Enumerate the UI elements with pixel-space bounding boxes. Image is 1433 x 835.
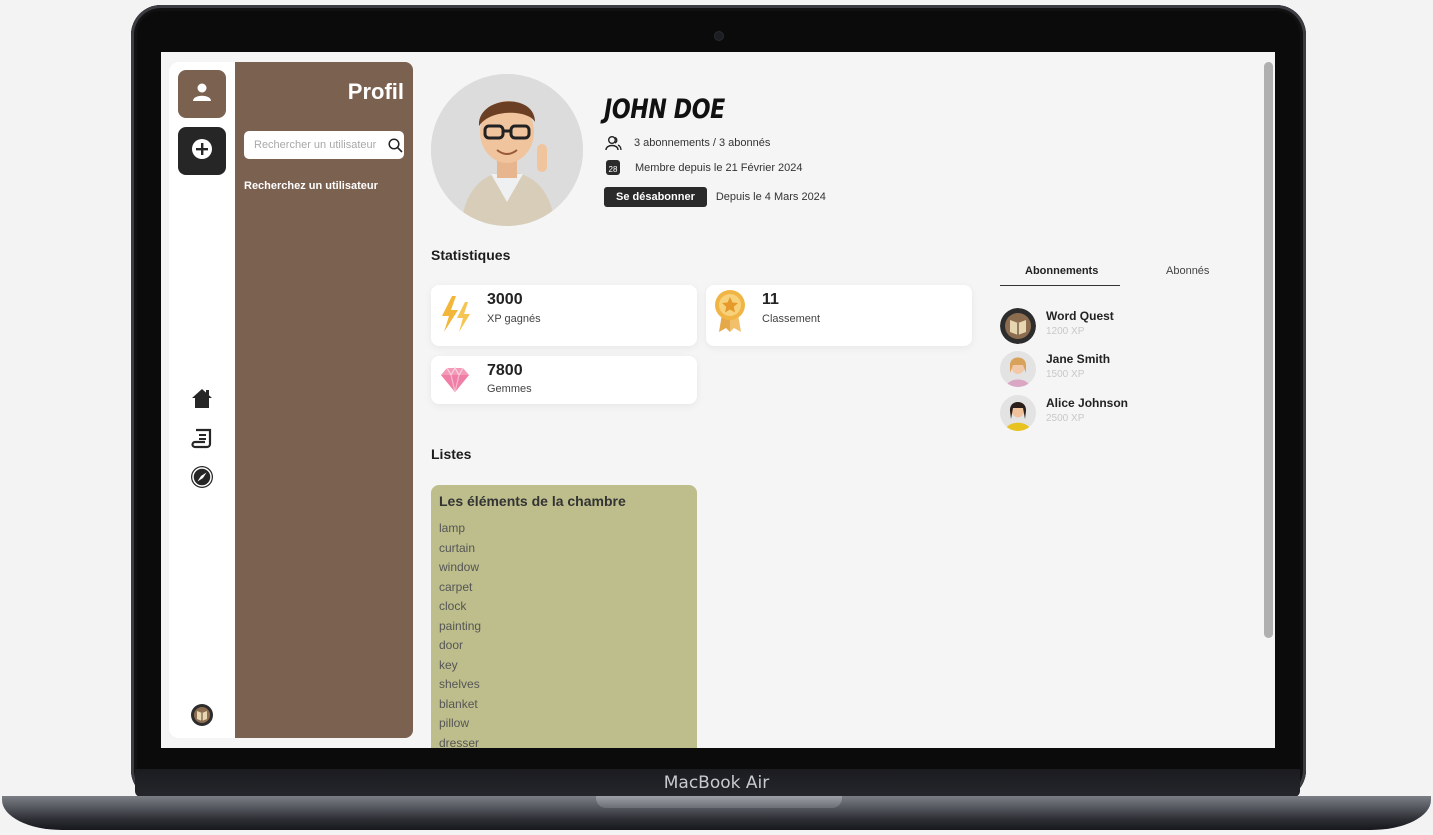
search-box[interactable] (244, 131, 404, 159)
gems-label: Gemmes (487, 383, 532, 395)
screen: Profil Recherchez un utilisateur JOHN DO… (161, 52, 1275, 748)
search-panel: Profil Recherchez un utilisateur (235, 62, 413, 738)
list-item: curtain (439, 540, 476, 555)
follow-counts: 3 abonnements / 3 abonnés (634, 137, 771, 149)
medal-icon (713, 290, 747, 332)
calendar-day: 28 (608, 164, 618, 174)
scrollbar[interactable] (1264, 62, 1273, 638)
list-item: dresser (439, 735, 480, 749)
follow-name: Alice Johnson (1046, 396, 1129, 410)
xp-stat-card: 3000 XP gagnés (431, 285, 697, 346)
search-icon[interactable] (388, 137, 403, 153)
list-item: blanket (439, 696, 478, 711)
laptop-notch (596, 796, 842, 808)
follow-name: Jane Smith (1046, 352, 1111, 366)
stats-title: Statistiques (431, 247, 511, 263)
tab-abonnements[interactable]: Abonnements (1025, 265, 1098, 277)
subscribed-since: Depuis le 4 Mars 2024 (715, 191, 826, 203)
list-item: painting (439, 618, 482, 633)
rank-stat-card: 11 Classement (706, 285, 972, 346)
follow-name: Word Quest (1046, 309, 1114, 323)
user-icon (191, 81, 213, 108)
follow-xp: 1200 XP (1046, 326, 1085, 337)
member-since-row: 28 Membre depuis le 21 Février 2024 (604, 160, 803, 175)
panel-title: Profil (347, 79, 404, 104)
camera-icon (714, 31, 724, 41)
list-item: door (439, 638, 464, 652)
rank-value: 11 (762, 291, 779, 308)
list-card[interactable]: Les éléments de la chambre lamp curtain … (431, 485, 697, 748)
subscription-row: Se désabonner Depuis le 4 Mars 2024 (604, 187, 826, 207)
rank-label: Classement (762, 313, 821, 325)
gems-stat-card: 7800 Gemmes (431, 356, 697, 404)
profile-nav-button[interactable] (178, 70, 226, 118)
profile-name: JOHN DOE (604, 94, 725, 125)
logo-icon[interactable] (190, 703, 214, 727)
avatar (1000, 308, 1036, 344)
list-item: shelves (439, 677, 480, 691)
lists-title: Listes (431, 446, 472, 462)
users-icon (604, 134, 622, 152)
home-icon[interactable] (190, 386, 214, 410)
plus-circle-icon (191, 138, 213, 165)
search-input[interactable] (252, 138, 384, 152)
avatar (1000, 395, 1036, 431)
lightning-icon (438, 294, 472, 334)
device-brand-label: MacBook Air (663, 773, 770, 793)
list-item: key (439, 657, 458, 672)
list-item: pillow (439, 716, 470, 730)
gem-icon (438, 360, 472, 400)
gems-value: 7800 (487, 362, 523, 379)
list-card-title: Les éléments de la chambre (439, 493, 626, 509)
scroll-icon[interactable] (190, 426, 214, 450)
active-tab-underline (1000, 285, 1120, 286)
tab-abonnes[interactable]: Abonnés (1166, 265, 1209, 277)
follow-item-jane-smith[interactable]: Jane Smith 1500 XP (1000, 349, 1200, 387)
xp-value: 3000 (487, 291, 523, 308)
sidebar-rail (169, 62, 235, 738)
follow-item-word-quest[interactable]: Word Quest 1200 XP (1000, 306, 1200, 344)
follow-xp: 1500 XP (1046, 369, 1085, 380)
search-hint: Recherchez un utilisateur (244, 180, 378, 192)
list-item: carpet (439, 579, 473, 594)
list-item: window (439, 560, 480, 574)
follow-xp: 2500 XP (1046, 413, 1085, 424)
follow-item-alice-johnson[interactable]: Alice Johnson 2500 XP (1000, 393, 1200, 431)
follow-counts-row: 3 abonnements / 3 abonnés (604, 134, 770, 152)
calendar-icon: 28 (606, 160, 620, 175)
unsubscribe-button[interactable]: Se désabonner (604, 187, 707, 207)
list-item: lamp (439, 521, 466, 535)
list-card-items: lamp curtain window carpet clock paintin… (439, 519, 481, 748)
compass-icon[interactable] (190, 465, 214, 489)
xp-label: XP gagnés (487, 313, 541, 325)
add-button[interactable] (178, 127, 226, 175)
profile-avatar (431, 74, 583, 226)
member-since: Membre depuis le 21 Février 2024 (635, 161, 803, 174)
avatar (1000, 351, 1036, 387)
list-item: clock (439, 599, 467, 613)
